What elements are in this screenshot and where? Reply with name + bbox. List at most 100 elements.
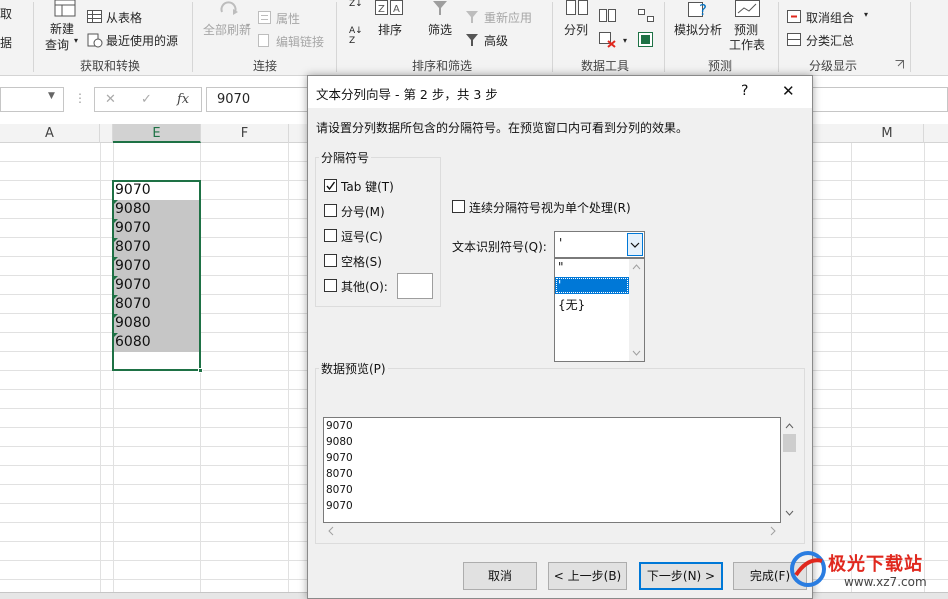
delimiters-group-label: 分隔符号 [319,149,372,166]
sort-az-icon: Z↓ [349,0,363,9]
scroll-right-icon[interactable] [767,523,779,539]
checkmark-icon [326,181,336,191]
semicolon-checkbox[interactable]: 分号(M) [324,203,434,219]
help-button[interactable]: ? [741,83,748,99]
insert-function-icon[interactable]: fx [177,92,189,107]
chevron-down-icon[interactable]: ▾ [623,36,627,45]
group-label-data-tools: 数据工具 [581,59,630,73]
what-if-analysis-button[interactable]: ? 模拟分析 [672,0,726,40]
edit-links-icon [258,34,269,47]
watermark-text: 极光下载站 [828,554,923,575]
refresh-all-button: 全部刷新 ▾ [200,0,255,40]
chevron-down-icon: ▾ [864,10,869,19]
split-columns-button[interactable]: 分列 [561,0,593,40]
column-header-f[interactable]: F [201,124,289,143]
watermark-url: www.xz7.com [844,575,927,589]
preview-horizontal-scrollbar[interactable] [323,523,781,539]
dropdown-arrow-button[interactable] [627,233,643,256]
text-qualifier-label: 文本识别符号(Q): [452,240,547,254]
scroll-down-icon[interactable] [629,347,644,359]
preview-row: 8070 [326,468,353,480]
preview-row: 9070 [326,500,353,512]
svg-text:Z: Z [378,4,385,15]
group-label-connections: 连接 [253,59,278,73]
column-header-hidden[interactable] [100,124,113,143]
tab-checkbox[interactable]: Tab 键(T) [324,178,434,194]
preview-row: 9070 [326,452,353,464]
group-label-sort-filter: 排序和筛选 [412,59,473,73]
new-query-button[interactable]: 新建 查询 ▾ [44,0,84,54]
new-query-icon [54,0,76,17]
dialog-title-bar[interactable]: 文本分列向导 - 第 2 步，共 3 步 ? ✕ [308,76,812,108]
more-options-icon: ⋮ [74,91,86,105]
ribbon-partial-label-bottom: 据 [0,36,13,50]
watermark-logo-icon [790,551,826,587]
forecast-sheet-icon [735,0,760,17]
data-model-icon[interactable] [638,32,654,48]
dropdown-scrollbar[interactable] [629,259,644,361]
data-validation-icon[interactable] [599,32,617,48]
dropdown-option[interactable]: " [555,259,629,275]
preview-label: 数据预览(P) [319,360,388,377]
flash-fill-icon[interactable] [599,9,617,23]
chevron-down-icon: ▼ [48,91,55,101]
next-button[interactable]: 下一步(N) > [639,562,723,590]
sort-ascending-button[interactable]: Z↓ [349,0,369,18]
scrollbar-thumb[interactable] [783,434,796,452]
other-delimiter-input[interactable] [397,273,433,299]
relationships-icon[interactable] [638,9,654,23]
reapply-icon [466,11,478,23]
preview-row: 8070 [326,484,353,496]
filter-icon [433,1,447,15]
ungroup-icon [787,10,801,23]
advanced-filter-icon [466,34,478,46]
recent-sources-icon [87,33,103,48]
name-box[interactable]: ▼ [0,87,64,112]
data-preview-box[interactable]: 9070 9080 9070 8070 8070 9070 [323,417,781,523]
fill-handle[interactable] [198,368,203,373]
cancel-button[interactable]: 取消 [463,562,537,590]
space-checkbox[interactable]: 空格(S) [324,253,434,269]
scroll-left-icon[interactable] [325,523,337,539]
ribbon-partial-label-top: 取 [0,7,13,21]
dropdown-option-selected[interactable]: ' [555,277,629,294]
text-import-wizard-dialog: 文本分列向导 - 第 2 步，共 3 步 ? ✕ 请设置分列数据所包含的分隔符号… [307,75,813,599]
forecast-sheet-button[interactable]: 预测 工作表 [729,0,769,54]
text-qualifier-value: ' [559,236,563,250]
dropdown-option[interactable]: {无} [555,295,629,312]
svg-text:A: A [393,4,400,15]
sort-descending-button[interactable]: A↓ Z [349,26,369,46]
dialog-launcher-icon[interactable] [895,60,904,69]
ribbon-separator [552,2,553,72]
preview-vertical-scrollbar[interactable] [781,417,798,523]
other-checkbox[interactable]: 其他(O): [324,278,394,294]
scroll-up-icon[interactable] [629,261,644,273]
comma-checkbox[interactable]: 逗号(C) [324,228,434,244]
chevron-down-icon: ▾ [74,36,79,45]
column-header-e[interactable]: E [113,124,201,143]
group-label-outline: 分级显示 [809,59,858,73]
consecutive-delimiters-checkbox[interactable]: 连续分隔符号视为单个处理(R) [452,199,642,215]
scroll-up-icon[interactable] [781,420,798,432]
column-header-m[interactable]: M [851,124,924,143]
filter-button[interactable]: 筛选 [426,0,456,40]
text-qualifier-select[interactable]: ' [554,231,645,258]
subtotal-icon [787,33,801,46]
what-if-icon: ? [688,1,707,18]
scroll-down-icon[interactable] [781,507,798,519]
refresh-icon [220,1,238,15]
preview-row: 9070 [326,420,353,432]
ribbon-separator [778,2,779,72]
column-header-a[interactable]: A [0,124,100,143]
back-button[interactable]: < 上一步(B) [548,562,627,590]
cancel-edit-icon[interactable]: ✕ [105,92,116,107]
close-icon[interactable]: ✕ [782,82,795,100]
text-qualifier-dropdown-list[interactable]: " ' {无} [554,258,645,362]
sort-button[interactable]: Z A 排序 [374,0,406,40]
table-icon [87,10,102,23]
group-label-get-transform: 获取和转换 [80,59,141,73]
confirm-edit-icon[interactable]: ✓ [141,92,152,107]
text-to-columns-icon [566,0,588,15]
chevron-down-icon [630,242,640,248]
chevron-down-icon: ▾ [246,21,251,30]
